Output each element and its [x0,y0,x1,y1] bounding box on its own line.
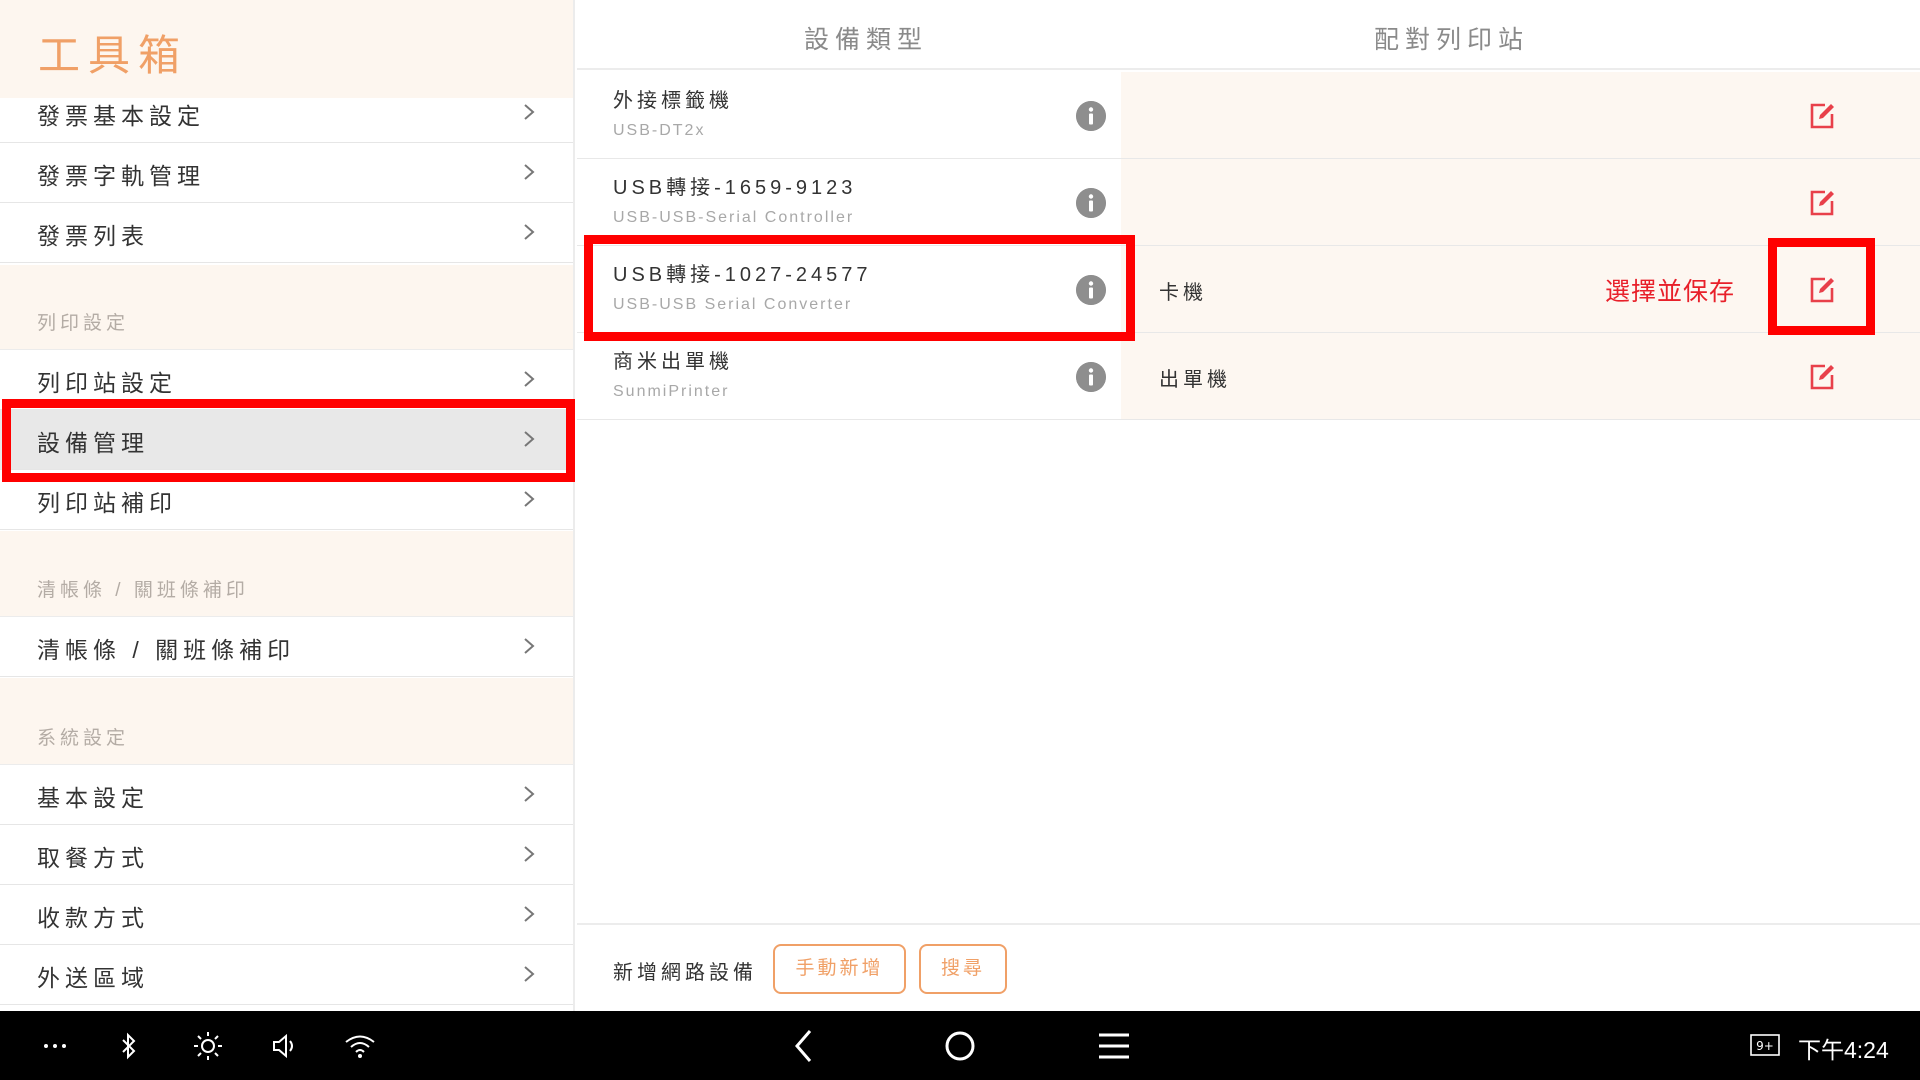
wifi-icon[interactable] [344,1033,376,1059]
back-icon[interactable] [792,1028,816,1064]
more-icon[interactable] [42,1036,68,1056]
edit-icon[interactable] [1807,275,1837,305]
sidebar-item-print-station[interactable]: 列印站設定 [0,350,573,410]
device-name: USB轉接-1027-24577 [613,264,872,286]
column-header-paired-station: 配對列印站 [1121,0,1920,70]
station-cell: 出單機 [1121,333,1920,419]
device-subtitle: USB-USB Serial Converter [613,296,853,313]
device-row: USB轉接-1659-9123 USB-USB-Serial Controlle… [577,159,1920,246]
home-icon[interactable] [944,1030,976,1062]
section-print-settings: 列印設定 [0,265,573,350]
device-subtitle: SunmiPrinter [613,383,730,400]
sidebar-item-label: 設備管理 [37,430,149,456]
device-name: 外接標籤機 [613,90,733,112]
device-name: 商米出單機 [613,351,733,373]
device-cell: 外接標籤機 USB-DT2x [577,72,1121,158]
sidebar-item-label: 取餐方式 [37,845,149,871]
sidebar-item-invoice-list[interactable]: 發票列表 [0,203,573,263]
station-cell [1121,159,1920,245]
system-nav-bar: 9+ 下午4:24 [0,1011,1920,1080]
add-network-device-label: 新增網路設備 [613,962,757,984]
device-cell: 商米出單機 SunmiPrinter [577,333,1121,419]
menu-icon[interactable] [1098,1032,1130,1060]
sidebar-item-settlement-reprint[interactable]: 清帳條 / 關班條補印 [0,617,573,677]
chevron-right-icon [524,846,535,862]
device-subtitle: USB-DT2x [613,122,706,139]
chevron-right-icon [524,966,535,982]
section-label: 清帳條 / 關班條補印 [37,580,249,601]
info-icon[interactable] [1076,275,1106,305]
sidebar-item-label: 發票基本設定 [37,103,205,129]
sidebar-item-payment-methods[interactable]: 收款方式 [0,885,573,945]
sidebar-item-label: 外送區域 [37,965,149,991]
device-cell: USB轉接-1659-9123 USB-USB-Serial Controlle… [577,159,1121,245]
volume-icon[interactable] [270,1031,300,1061]
sidebar-item-pickup-methods[interactable]: 取餐方式 [0,825,573,885]
chevron-right-icon [524,224,535,240]
chevron-right-icon [524,371,535,387]
brightness-icon[interactable] [193,1031,223,1061]
main-panel: 設備類型 配對列印站 外接標籤機 USB-DT2x USB轉接-1659-912… [577,0,1920,1011]
column-header-device-type: 設備類型 [577,0,1121,70]
edit-icon[interactable] [1807,362,1837,392]
info-icon[interactable] [1076,101,1106,131]
section-label: 系統設定 [37,728,130,749]
edit-icon[interactable] [1807,101,1837,131]
chevron-right-icon [524,104,535,120]
device-row: 外接標籤機 USB-DT2x [577,72,1920,159]
edit-icon[interactable] [1807,188,1837,218]
sidebar-item-delivery-areas[interactable]: 外送區域 [0,945,573,1005]
chevron-right-icon [524,786,535,802]
device-name: USB轉接-1659-9123 [613,177,857,199]
chevron-right-icon [524,431,535,447]
bluetooth-icon[interactable] [118,1032,140,1060]
station-name: 卡機 [1159,282,1207,304]
info-icon[interactable] [1076,362,1106,392]
sidebar-item-label: 列印站補印 [37,490,177,516]
footer-bar: 新增網路設備 手動新增 搜尋 [577,923,1920,1011]
sidebar-item-device-management[interactable]: 設備管理 [0,410,573,470]
notification-badge-text: 9+ [1756,1039,1774,1053]
station-cell: 卡機 選擇並保存 [1121,246,1920,332]
sidebar-header: 工具箱 [0,0,573,98]
sidebar-item-label: 發票字軌管理 [37,163,205,189]
sidebar-item-label: 基本設定 [37,785,149,811]
column-header-label: 設備類型 [804,26,929,54]
sidebar-item-basic-settings[interactable]: 基本設定 [0,765,573,825]
sidebar-item-station-reprint[interactable]: 列印站補印 [0,470,573,530]
sidebar-item-label: 收款方式 [37,905,149,931]
chevron-right-icon [524,906,535,922]
sidebar-item-label: 發票列表 [37,223,149,249]
search-button[interactable]: 搜尋 [919,944,1007,994]
device-subtitle: USB-USB-Serial Controller [613,209,855,226]
station-cell [1121,72,1920,158]
chevron-right-icon [524,491,535,507]
page-title: 工具箱 [38,32,189,79]
info-icon[interactable] [1076,188,1106,218]
device-row: USB轉接-1027-24577 USB-USB Serial Converte… [577,246,1920,333]
sidebar: 列印設定 清帳條 / 關班條補印 系統設定 發票基本設定 發票字軌管理 發票列表… [0,0,575,1011]
manual-add-button[interactable]: 手動新增 [773,944,906,994]
annotation-text: 選擇並保存 [1605,278,1736,306]
sidebar-item-label: 清帳條 / 關班條補印 [37,637,296,663]
section-system-settings: 系統設定 [0,678,573,765]
section-reprint-settlement: 清帳條 / 關班條補印 [0,531,573,617]
sidebar-item-invoice-track[interactable]: 發票字軌管理 [0,143,573,203]
chevron-right-icon [524,638,535,654]
status-clock: 下午4:24 [1798,1037,1889,1063]
column-header-label: 配對列印站 [1374,26,1530,54]
device-row: 商米出單機 SunmiPrinter 出單機 [577,333,1920,420]
station-name: 出單機 [1159,369,1231,391]
notification-count-icon[interactable]: 9+ [1750,1034,1780,1056]
section-label: 列印設定 [37,313,130,334]
sidebar-item-label: 列印站設定 [37,370,177,396]
chevron-right-icon [524,164,535,180]
device-cell: USB轉接-1027-24577 USB-USB Serial Converte… [577,246,1121,332]
